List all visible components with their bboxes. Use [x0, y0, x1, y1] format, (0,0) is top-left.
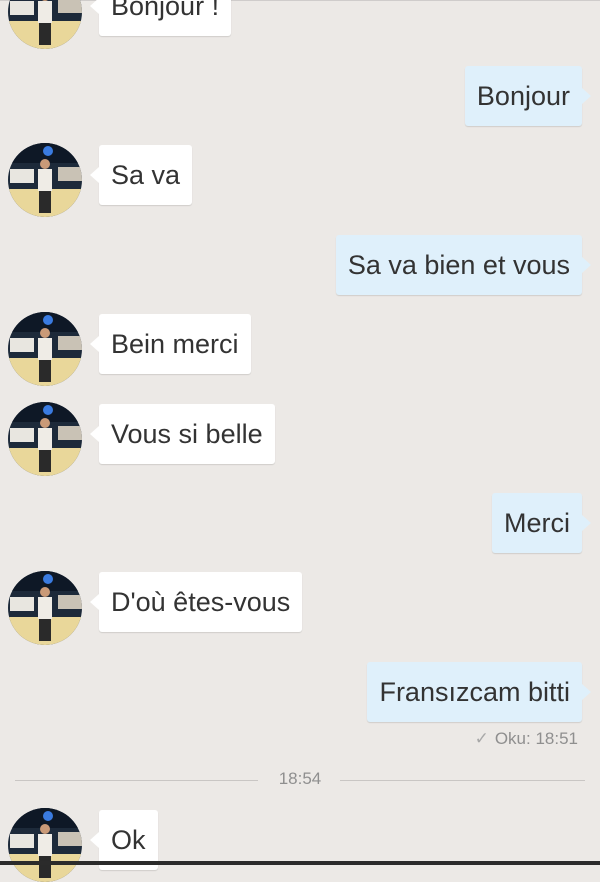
avatar[interactable] [8, 312, 82, 386]
message-bubble-incoming[interactable]: Bein merci [90, 314, 251, 374]
message-bubble-incoming[interactable]: Sa va [89, 145, 193, 205]
bottom-edge [0, 861, 600, 865]
avatar[interactable] [8, 402, 82, 476]
message-bubble-outgoing[interactable]: Bonjour [464, 66, 592, 126]
contact-avatar [8, 402, 82, 476]
checkmark-icon: ✓ [474, 729, 489, 748]
read-receipt-text: Oku: 18:51 [494, 729, 578, 748]
message-bubble-outgoing[interactable]: Merci [492, 493, 591, 553]
read-receipt: ✓ Oku: 18:51 [475, 729, 578, 749]
message-bubble-outgoing[interactable]: Sa va bien et vous [335, 235, 592, 295]
message-bubble-incoming[interactable]: D'où êtes-vous [89, 572, 303, 632]
avatar[interactable] [8, 571, 82, 645]
message-bubble-incoming[interactable]: Bonjour ! [89, 0, 232, 36]
divider-line [15, 780, 258, 781]
message-bubble-outgoing[interactable]: Fransızcam bitti [367, 662, 591, 722]
avatar[interactable] [8, 808, 82, 882]
contact-avatar [8, 571, 82, 645]
contact-avatar [8, 808, 82, 882]
avatar[interactable] [8, 0, 82, 49]
time-divider: 18:54 [15, 769, 585, 788]
divider-line [340, 780, 585, 781]
divider-time: 18:54 [278, 769, 322, 788]
contact-avatar [8, 0, 82, 49]
message-bubble-incoming[interactable]: Vous si belle [90, 404, 275, 464]
contact-avatar [8, 312, 82, 386]
contact-avatar [8, 143, 82, 217]
avatar[interactable] [8, 143, 82, 217]
